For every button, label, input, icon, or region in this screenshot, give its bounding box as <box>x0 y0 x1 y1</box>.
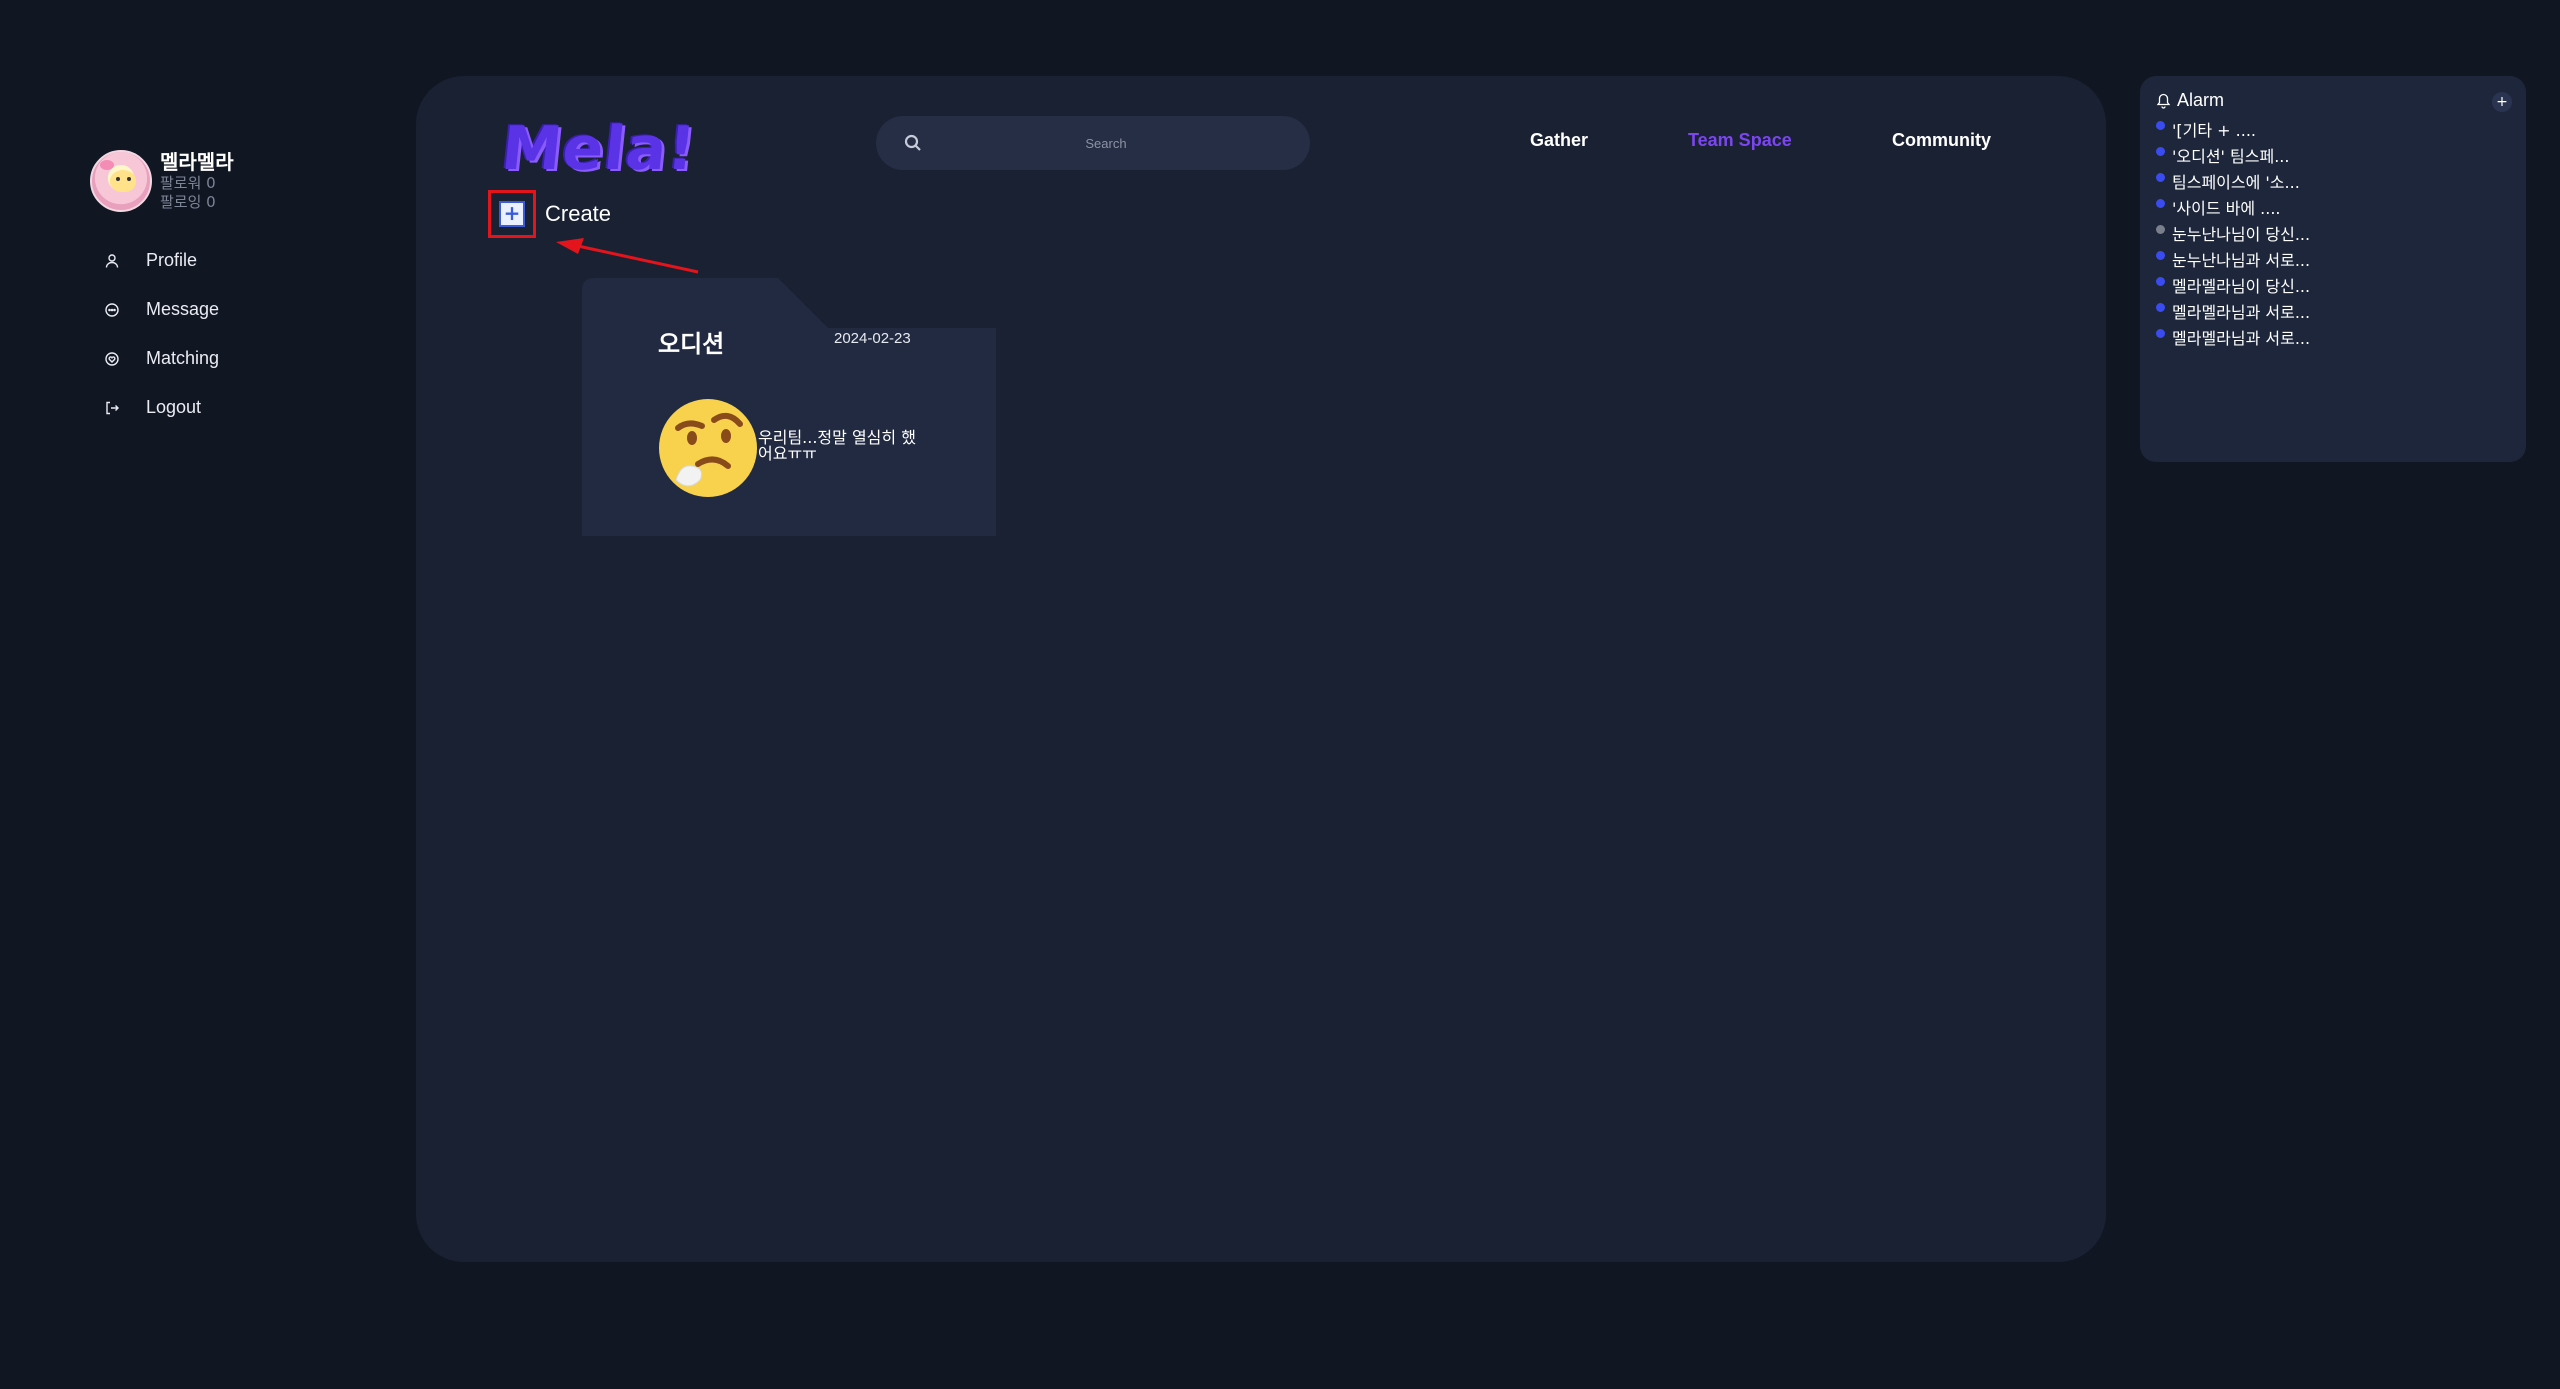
avatar-face <box>110 170 136 192</box>
alarm-item-text: '[기타 + .... <box>2172 121 2257 140</box>
alarm-item[interactable]: 멜라멜라님과 서로... <box>2156 298 2310 324</box>
nav-gather[interactable]: Gather <box>1530 130 1588 151</box>
sidebar-item-profile[interactable]: Profile <box>104 236 219 285</box>
sidebar-item-logout[interactable]: Logout <box>104 383 219 432</box>
thinking-face-icon <box>659 399 757 497</box>
alarm-item-text: '오디션' 팀스페... <box>2172 147 2290 166</box>
alarm-item[interactable]: 팀스페이스에 '소... <box>2156 168 2310 194</box>
unread-dot-icon <box>2156 302 2165 312</box>
alarm-item[interactable]: 눈누난나님이 당신... <box>2156 220 2310 246</box>
unread-dot-icon <box>2156 172 2165 182</box>
alarm-list: '[기타 + .... '오디션' 팀스페... 팀스페이스에 '소... '사… <box>2156 116 2310 350</box>
team-folder-card[interactable]: 오디션 2024-02-23 우리팀...정말 열심히 했어요ㅠㅠ <box>582 278 996 536</box>
alarm-item[interactable]: 멜라멜라님과 서로... <box>2156 324 2310 350</box>
create-button[interactable]: + <box>488 190 536 238</box>
avatar[interactable] <box>90 150 152 212</box>
unread-dot-icon <box>2156 120 2165 130</box>
nav-community[interactable]: Community <box>1892 130 1991 151</box>
alarm-item-text: 눈누난나님이 당신... <box>2172 225 2311 244</box>
heart-icon <box>105 351 119 366</box>
team-space-panel: Mela! Gather Team Space Community + Crea… <box>416 76 2106 1262</box>
folder-shape <box>582 278 996 536</box>
alarm-panel: Alarm + '[기타 + .... '오디션' 팀스페... 팀스페이스에 … <box>2140 76 2526 462</box>
alarm-item[interactable]: 멜라멜라님이 당신... <box>2156 272 2310 298</box>
avatar-bow <box>100 160 114 170</box>
alarm-item-text: 팀스페이스에 '소... <box>2172 173 2300 192</box>
unread-dot-icon <box>2156 198 2165 208</box>
alarm-item-text: 멜라멜라님과 서로... <box>2172 329 2311 348</box>
sidebar-nav: Profile Message Matching Logout <box>104 236 219 432</box>
alarm-item-text: '사이드 바에 .... <box>2172 199 2281 218</box>
alarm-item[interactable]: '오디션' 팀스페... <box>2156 142 2310 168</box>
alarm-item[interactable]: '[기타 + .... <box>2156 116 2310 142</box>
bell-icon <box>2156 93 2171 109</box>
chat-icon <box>105 302 119 317</box>
alarm-add-button[interactable]: + <box>2492 92 2512 112</box>
app-root: 멜라멜라 팔로워 0 팔로잉 0 Profile Message Matchin… <box>0 0 2560 1389</box>
alarm-title: Alarm <box>2177 90 2225 110</box>
sidebar-item-matching[interactable]: Matching <box>104 334 219 383</box>
unread-dot-icon <box>2156 250 2165 260</box>
sidebar-item-label: Matching <box>146 348 220 368</box>
folder-date: 2024-02-23 <box>834 330 911 347</box>
sidebar-item-label: Message <box>146 299 220 319</box>
profile-info: 멜라멜라 팔로워 0 팔로잉 0 <box>160 150 234 212</box>
create-label[interactable]: Create <box>545 201 611 227</box>
sidebar-item-label: Logout <box>146 397 202 417</box>
unread-dot-icon <box>2156 328 2165 338</box>
alarm-header: Alarm <box>2156 90 2224 111</box>
avatar-eye <box>127 177 131 181</box>
folder-title: 오디션 <box>658 330 725 358</box>
sidebar-item-label: Profile <box>146 250 198 270</box>
alarm-item[interactable]: '사이드 바에 .... <box>2156 194 2310 220</box>
read-dot-icon <box>2156 224 2165 234</box>
create-section: + Create <box>488 190 611 238</box>
logout-icon <box>106 401 119 414</box>
alarm-item-text: 멜라멜라님이 당신... <box>2172 277 2311 296</box>
search-input[interactable] <box>936 123 1276 163</box>
plus-icon: + <box>499 201 525 227</box>
username: 멜라멜라 <box>160 150 234 174</box>
annotation-arrow-icon <box>556 238 699 274</box>
following-count: 팔로잉 0 <box>160 193 216 211</box>
alarm-item-text: 눈누난나님과 서로... <box>2172 251 2311 270</box>
follower-count: 팔로워 0 <box>160 174 216 192</box>
search-bar <box>876 116 1310 170</box>
alarm-item[interactable]: 눈누난나님과 서로... <box>2156 246 2310 272</box>
person-icon <box>105 253 119 268</box>
avatar-eye <box>116 177 120 181</box>
unread-dot-icon <box>2156 276 2165 286</box>
folder-description: 우리팀...정말 열심히 했어요ㅠㅠ <box>758 428 916 463</box>
alarm-item-text: 멜라멜라님과 서로... <box>2172 303 2311 322</box>
user-profile: 멜라멜라 팔로워 0 팔로잉 0 <box>90 150 234 212</box>
sidebar-item-message[interactable]: Message <box>104 285 219 334</box>
search-icon[interactable] <box>904 134 922 152</box>
app-logo[interactable]: Mela! <box>498 114 699 184</box>
nav-team-space[interactable]: Team Space <box>1688 130 1792 151</box>
unread-dot-icon <box>2156 146 2165 156</box>
